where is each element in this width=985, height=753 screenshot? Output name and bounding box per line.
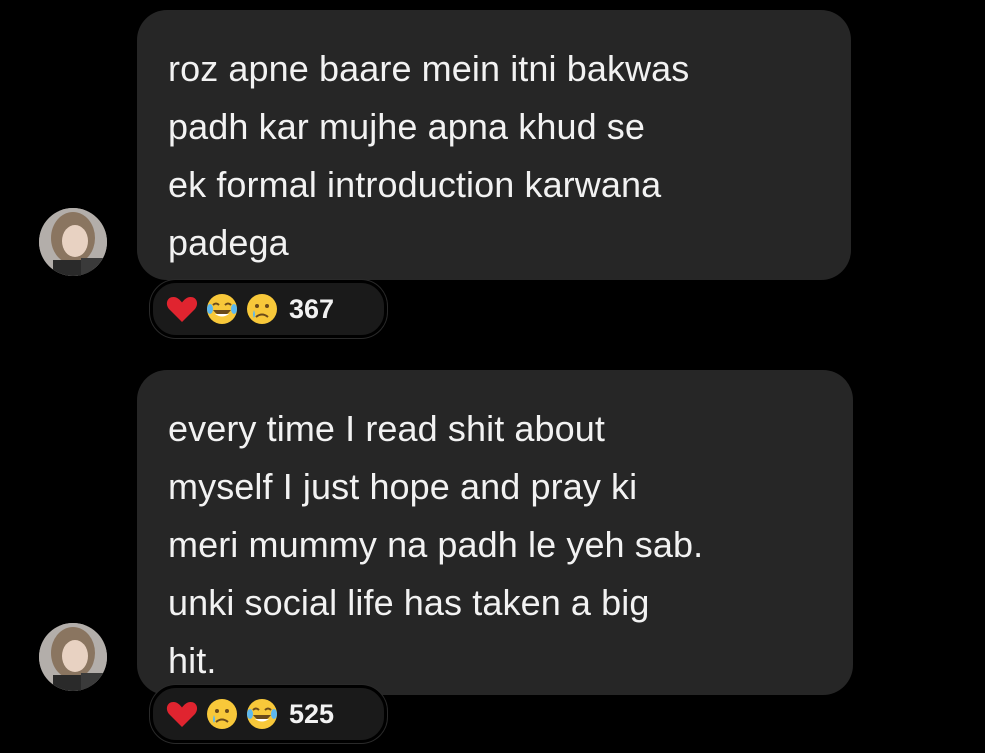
heart-icon — [165, 292, 199, 326]
laughing-crying-emoji-icon — [245, 697, 279, 731]
message-text: roz apne baare mein itni bakwas padh kar… — [168, 48, 690, 263]
laughing-crying-emoji-icon — [205, 292, 239, 326]
message-text: every time I read shit about myself I ju… — [168, 408, 704, 681]
sender-avatar[interactable] — [39, 623, 107, 691]
crying-emoji-icon — [205, 697, 239, 731]
reactions-bar[interactable]: 367 — [150, 280, 387, 338]
sender-avatar[interactable] — [39, 208, 107, 276]
message-bubble[interactable]: roz apne baare mein itni bakwas padh kar… — [137, 10, 851, 280]
reaction-count: 525 — [289, 698, 335, 729]
crying-emoji-icon — [245, 292, 279, 326]
message-item-1: roz apne baare mein itni bakwas padh kar… — [0, 0, 985, 345]
reaction-count: 367 — [289, 293, 335, 324]
message-bubble[interactable]: every time I read shit about myself I ju… — [137, 370, 853, 695]
message-item-2: every time I read shit about myself I ju… — [0, 365, 985, 753]
reactions-bar[interactable]: 525 — [150, 685, 387, 743]
heart-icon — [165, 697, 199, 731]
